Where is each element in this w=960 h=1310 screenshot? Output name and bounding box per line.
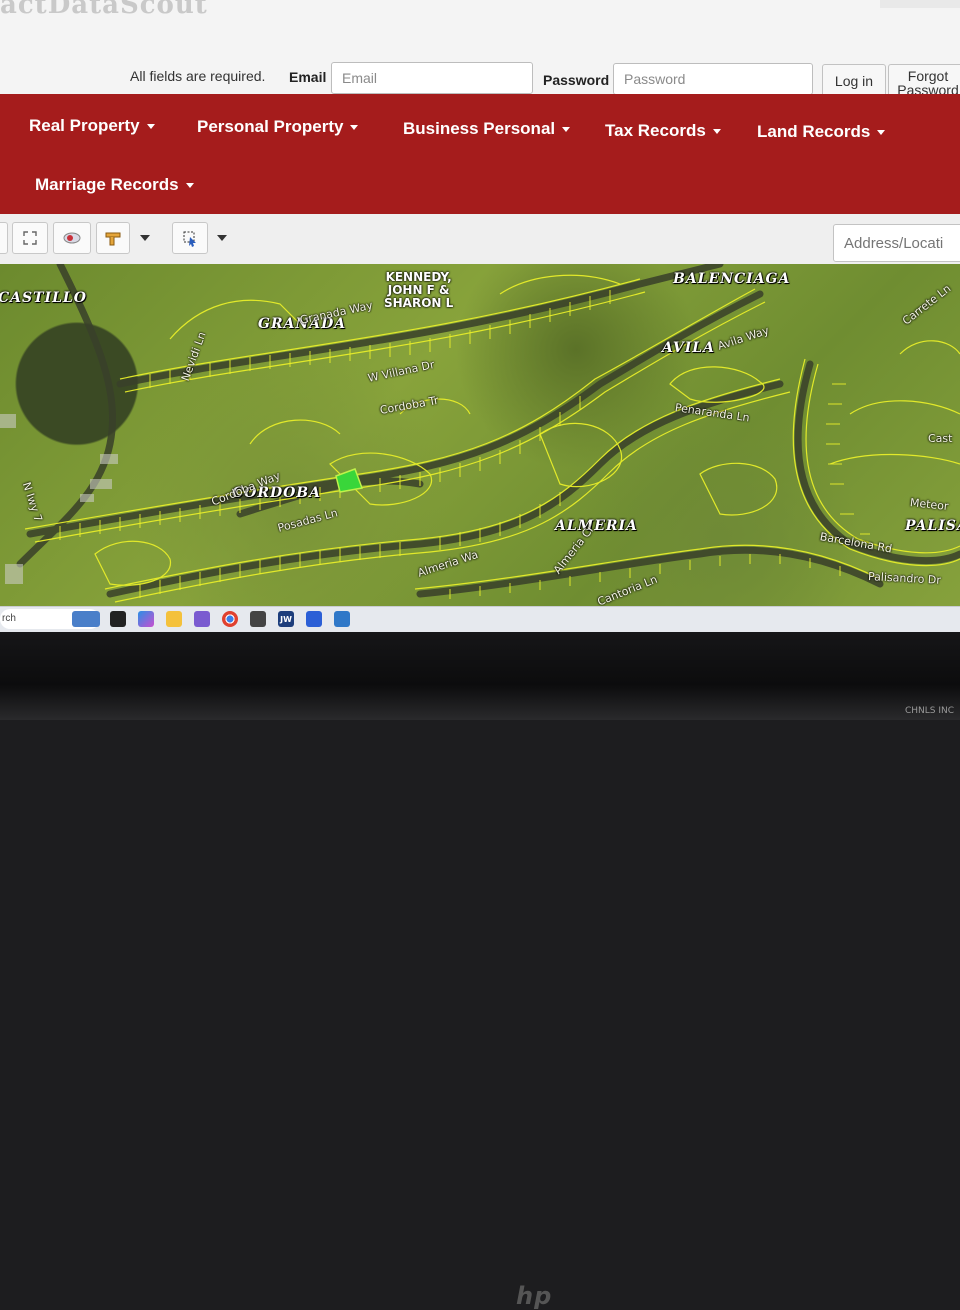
nav-label: Marriage Records	[35, 175, 179, 194]
caret-down-icon	[877, 130, 886, 136]
nav-personal-property[interactable]: Personal Property	[197, 117, 359, 137]
owner-label: KENNEDY, JOHN F & SHARON L	[384, 271, 453, 310]
nav-real-property[interactable]: Real Property	[29, 116, 155, 136]
laptop-bezel: hp	[0, 632, 960, 1310]
owner-line-3: SHARON L	[384, 296, 454, 310]
browser-screen: actDataScout All fields are required. Em…	[0, 0, 960, 632]
nav-label: Tax Records	[605, 121, 706, 140]
subdivision-label: BALENCIAGA	[673, 271, 791, 287]
street-label: Cast	[928, 432, 953, 445]
select-tool-button[interactable]	[172, 222, 208, 254]
subdivision-label: ALMERIA	[555, 518, 638, 534]
widget-icon[interactable]	[72, 611, 100, 627]
login-bar: All fields are required. Email Password …	[0, 58, 960, 98]
caret-down-icon	[712, 129, 721, 135]
mail-icon[interactable]	[110, 611, 126, 627]
malwarebytes-icon[interactable]	[306, 611, 322, 627]
subdivision-label: CASTILLO	[0, 290, 87, 306]
chrome-icon[interactable]	[222, 611, 238, 627]
photo-watermark: CHNLS INC	[904, 706, 954, 716]
caret-down-icon	[562, 127, 571, 133]
parcel-overlay	[0, 264, 960, 603]
main-nav: Real Property Personal Property Business…	[0, 94, 960, 214]
forgot-line-1: Forgot	[907, 68, 949, 84]
email-label: Email	[289, 69, 327, 85]
snip-icon[interactable]	[194, 611, 210, 627]
nav-land-records[interactable]: Land Records	[757, 122, 886, 142]
selected-parcel[interactable]	[335, 468, 364, 493]
chevron-down-icon	[140, 235, 150, 241]
copilot-icon[interactable]	[138, 611, 154, 627]
caret-down-icon	[350, 125, 359, 131]
calculator-icon[interactable]	[334, 611, 350, 627]
nav-business-personal[interactable]: Business Personal	[403, 119, 571, 139]
measure-ruler-icon	[105, 232, 121, 246]
subdivision-label: AVILA	[662, 340, 715, 356]
layers-icon	[63, 232, 81, 244]
measure-dropdown[interactable]	[131, 222, 159, 254]
forgot-password-button[interactable]: Forgot Password	[888, 64, 960, 98]
email-field[interactable]	[331, 62, 533, 94]
windows-taskbar: rch JW	[0, 606, 960, 632]
nav-marriage-records[interactable]: Marriage Records	[35, 175, 194, 195]
jw-icon[interactable]: JW	[278, 611, 294, 627]
nav-label: Personal Property	[197, 117, 344, 136]
layers-button[interactable]	[53, 222, 91, 254]
caret-down-icon	[146, 124, 155, 130]
parcel-map[interactable]: CASTILLO GRANADA BALENCIAGA AVILA CORDOB…	[0, 264, 960, 606]
site-logo: actDataScout	[0, 0, 208, 20]
login-button[interactable]: Log in	[822, 64, 886, 98]
nav-label: Land Records	[757, 122, 871, 141]
password-field[interactable]	[613, 63, 813, 95]
password-label: Password	[543, 72, 610, 88]
nav-tax-records[interactable]: Tax Records	[605, 121, 721, 141]
required-notice: All fields are required.	[130, 68, 266, 84]
teams-icon[interactable]	[250, 611, 266, 627]
toolbar-edge-button[interactable]	[0, 222, 8, 254]
fullscreen-button[interactable]	[12, 222, 48, 254]
file-explorer-icon[interactable]	[166, 611, 182, 627]
select-tool-icon	[183, 231, 196, 247]
top-bar-fragment	[880, 0, 960, 8]
chevron-down-icon	[217, 235, 227, 241]
address-search-input[interactable]	[833, 224, 960, 262]
map-toolbar	[0, 214, 960, 265]
subdivision-label: PALISA	[905, 518, 960, 534]
nav-label: Business Personal	[403, 119, 556, 138]
hp-logo: hp	[516, 1282, 553, 1310]
nav-label: Real Property	[29, 116, 140, 135]
select-dropdown[interactable]	[208, 222, 236, 254]
caret-down-icon	[185, 183, 194, 189]
fullscreen-icon	[23, 231, 37, 245]
measure-button[interactable]	[96, 222, 130, 254]
